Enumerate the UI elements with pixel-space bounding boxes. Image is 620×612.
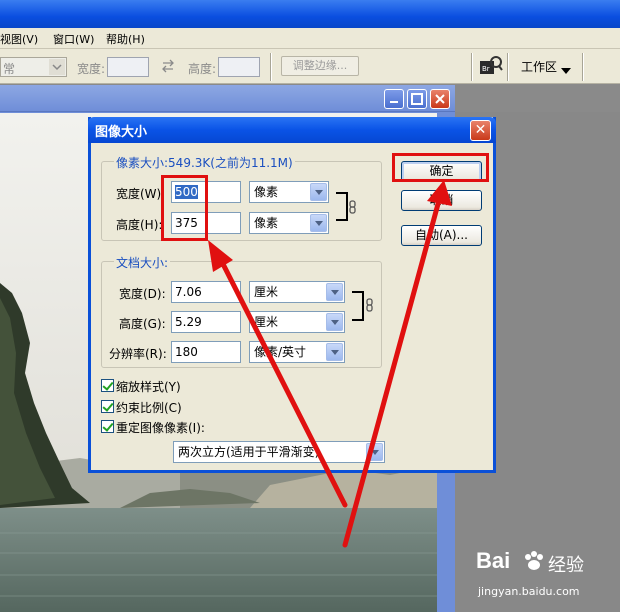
close-window-button[interactable] (430, 89, 450, 109)
resample-image-label: 重定图像像素(I): (116, 421, 205, 435)
options-bar: 常 宽度: 高度: 调整边缘... Br 工作区 (0, 49, 620, 84)
dialog-close-button[interactable]: ✕ (470, 120, 491, 141)
scale-styles-label: 缩放样式(Y) (116, 380, 181, 394)
auto-button[interactable]: 自动(A)... (401, 225, 482, 246)
doc-height-unit: 厘米 (254, 315, 279, 329)
annotation-box-ok-button (392, 153, 489, 182)
resample-method-select[interactable]: 两次立方(适用于平滑渐变) (173, 441, 385, 463)
doc-width-unit: 厘米 (254, 285, 279, 299)
chevron-down-icon (326, 313, 343, 331)
doc-width-value: 7.06 (175, 285, 202, 299)
pixel-width-unit-select[interactable]: 像素 (249, 181, 329, 203)
pixel-height-unit-select[interactable]: 像素 (249, 212, 329, 234)
doc-height-value: 5.29 (175, 315, 202, 329)
toolbar-separator (270, 53, 272, 81)
chevron-down-icon (310, 214, 327, 232)
menu-window[interactable]: 窗口(W) (53, 31, 94, 47)
dialog-title-bar[interactable] (88, 117, 496, 143)
pixel-width-label: 宽度(W): (116, 187, 166, 201)
annotation-box-pixel-values (161, 175, 208, 241)
minimize-button[interactable] (384, 89, 404, 109)
doc-height-label: 高度(G): (119, 317, 166, 331)
toolbar-separator (507, 53, 509, 81)
toolbar-separator (471, 53, 473, 81)
swap-arrows-icon[interactable] (160, 58, 176, 77)
doc-width-label: 宽度(D): (119, 287, 166, 301)
scale-styles-checkbox[interactable] (101, 379, 114, 392)
menu-bar: 视图(V) 窗口(W) 帮助(H) (0, 28, 620, 49)
pixel-height-unit: 像素 (254, 216, 279, 230)
baidu-watermark: Bai 经验 (476, 548, 584, 576)
style-select[interactable]: 常 (0, 57, 67, 77)
resolution-input[interactable]: 180 (171, 341, 241, 363)
cancel-button[interactable]: 取消 (401, 190, 482, 211)
document-window-titlebar[interactable] (0, 85, 455, 112)
link-chain-icon (349, 200, 357, 217)
refine-edge-button[interactable]: 调整边缘... (281, 56, 359, 76)
chevron-down-icon (326, 343, 343, 361)
resample-image-checkbox[interactable] (101, 420, 114, 433)
pixel-dimensions-legend: 像素大小:549.3K(之前为11.1M) (114, 154, 295, 171)
chevron-down-icon (326, 283, 343, 301)
resolution-value: 180 (175, 345, 198, 359)
width-input[interactable] (107, 57, 149, 77)
resample-method-value: 两次立方(适用于平滑渐变) (178, 445, 320, 459)
resolution-label: 分辨率(R): (109, 347, 167, 361)
workspace-label: 工作区 (521, 60, 558, 74)
paw-icon (523, 550, 545, 575)
resolution-unit-select[interactable]: 像素/英寸 (249, 341, 345, 363)
watermark-url: jingyan.baidu.com (478, 585, 580, 598)
constrain-proportions-label: 约束比例(C) (116, 401, 182, 415)
height-label: 高度: (188, 62, 217, 76)
resolution-unit: 像素/英寸 (254, 345, 307, 359)
chevron-down-icon (310, 183, 327, 201)
constrain-bracket (352, 291, 364, 321)
dialog-title: 图像大小 (95, 125, 148, 140)
doc-width-unit-select[interactable]: 厘米 (249, 281, 345, 303)
width-label: 宽度: (77, 62, 106, 76)
dropdown-arrow-icon (561, 63, 571, 77)
document-size-legend: 文档大小: (114, 254, 171, 271)
pixel-width-unit: 像素 (254, 185, 279, 199)
svg-text:Br: Br (482, 65, 490, 73)
maximize-button[interactable] (407, 89, 427, 109)
chevron-down-icon (49, 59, 65, 75)
height-input[interactable] (218, 57, 260, 77)
menu-view[interactable]: 视图(V) (0, 31, 38, 47)
constrain-bracket (336, 192, 348, 221)
watermark-brand-suffix: 经验 (548, 555, 584, 576)
constrain-proportions-checkbox[interactable] (101, 400, 114, 413)
workspace-menu-button[interactable]: 工作区 (512, 54, 580, 78)
menu-help[interactable]: 帮助(H) (106, 31, 145, 47)
doc-width-input[interactable]: 7.06 (171, 281, 241, 303)
doc-height-unit-select[interactable]: 厘米 (249, 311, 345, 333)
bridge-icon[interactable]: Br (479, 55, 503, 80)
app-title-bar (0, 0, 620, 28)
style-select-value: 常 (3, 62, 16, 76)
toolbar-separator (582, 53, 584, 81)
doc-height-input[interactable]: 5.29 (171, 311, 241, 333)
watermark-brand: Bai (476, 548, 511, 573)
chevron-down-icon (366, 443, 383, 461)
pixel-height-label: 高度(H): (116, 218, 163, 232)
link-chain-icon (366, 298, 374, 315)
